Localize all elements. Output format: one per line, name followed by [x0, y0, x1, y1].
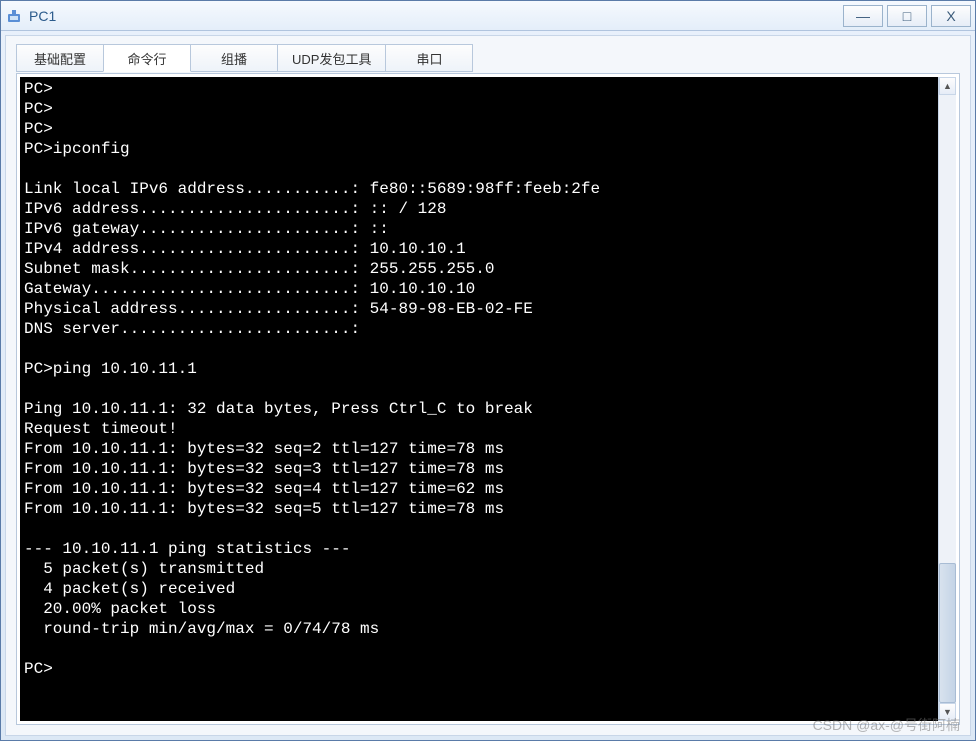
maximize-button[interactable]: □	[887, 5, 927, 27]
window-controls: — □ X	[843, 5, 971, 27]
content-area: 基础配置 命令行 组播 UDP发包工具 串口 PC> PC> PC> PC>ip…	[5, 35, 971, 736]
app-icon	[5, 7, 23, 25]
window-title: PC1	[29, 8, 843, 24]
minimize-button[interactable]: —	[843, 5, 883, 27]
scrollbar[interactable]: ▲ ▼	[938, 77, 956, 721]
scroll-up-button[interactable]: ▲	[939, 77, 956, 95]
terminal-output[interactable]: PC> PC> PC> PC>ipconfig Link local IPv6 …	[20, 77, 938, 721]
scroll-thumb[interactable]	[939, 563, 956, 703]
tab-multicast[interactable]: 组播	[190, 44, 278, 72]
scroll-down-button[interactable]: ▼	[939, 703, 956, 721]
scroll-track[interactable]	[939, 95, 956, 703]
close-button[interactable]: X	[931, 5, 971, 27]
terminal-wrapper: PC> PC> PC> PC>ipconfig Link local IPv6 …	[16, 73, 960, 725]
tab-bar: 基础配置 命令行 组播 UDP发包工具 串口	[16, 44, 960, 74]
tab-command-line[interactable]: 命令行	[103, 44, 191, 72]
titlebar[interactable]: PC1 — □ X	[1, 1, 975, 31]
tab-serial[interactable]: 串口	[385, 44, 473, 72]
tab-basic-config[interactable]: 基础配置	[16, 44, 104, 72]
window: PC1 — □ X 基础配置 命令行 组播 UDP发包工具 串口 PC> PC>…	[0, 0, 976, 741]
tab-udp-tool[interactable]: UDP发包工具	[277, 44, 386, 72]
